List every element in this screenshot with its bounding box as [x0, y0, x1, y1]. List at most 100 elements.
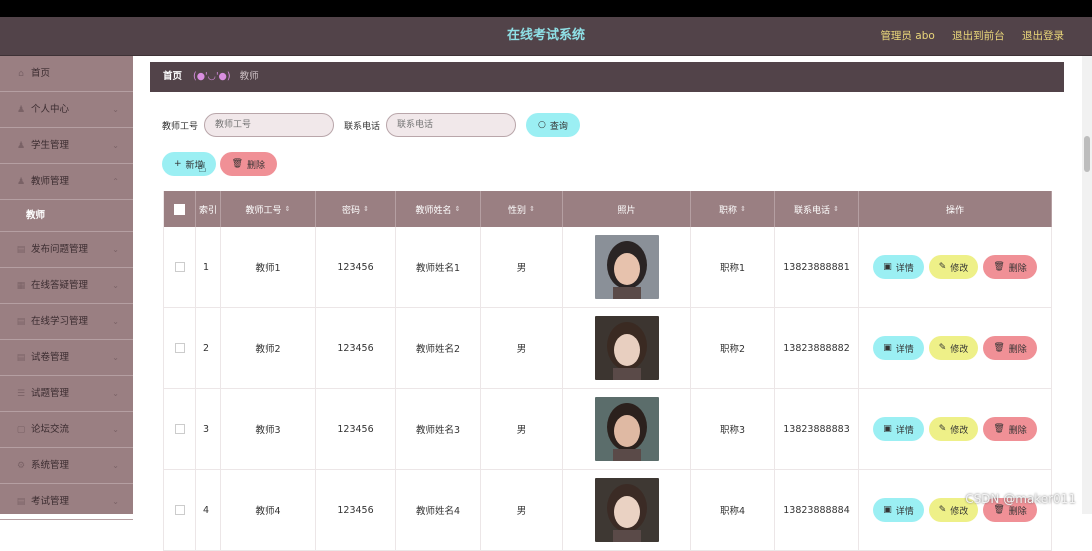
trash-icon: 🗑 [993, 424, 1005, 434]
header-operation: 操作 [859, 191, 1052, 227]
cell-operation: ▣ 详情 ✎ 修改 🗑 删除 [859, 470, 1052, 550]
cell-phone: 13823888884 [775, 470, 859, 550]
teacher-photo [594, 235, 659, 299]
sidebar-item-label: 个人中心 [31, 104, 70, 115]
sidebar-item-2[interactable]: ♟ 学生管理 ⌄ [0, 128, 133, 164]
chevron-down-icon: ⌄ [112, 353, 119, 362]
row-select[interactable] [164, 308, 196, 388]
breadcrumb-home[interactable]: 首页 [163, 71, 182, 82]
back-to-front-link[interactable]: 退出到前台 [952, 30, 1005, 42]
sort-icon: ⇕ [529, 205, 535, 213]
cell-teacher-id: 教师3 [221, 389, 316, 469]
header-teacher-name[interactable]: 教师姓名 ⇕ [396, 191, 481, 227]
header-select-all[interactable] [164, 191, 196, 227]
sort-icon: ⇕ [740, 205, 746, 213]
sidebar-item-4[interactable]: ▤ 发布问题管理 ⌄ [0, 232, 133, 268]
sidebar-item-5[interactable]: ▦ 在线答疑管理 ⌄ [0, 268, 133, 304]
teacher-id-label: 教师工号 [162, 121, 199, 132]
trash-icon: 🗑 [231, 159, 243, 169]
row-select[interactable] [164, 227, 196, 307]
sidebar-item-label: 发布问题管理 [31, 244, 89, 255]
sidebar-item-label: 试卷管理 [31, 352, 70, 363]
sort-icon: ⇕ [833, 205, 839, 213]
chat-icon: ▢ [16, 425, 26, 435]
delete-button[interactable]: 🗑 删除 [983, 336, 1037, 360]
document-icon: ▤ [16, 497, 26, 507]
sidebar-item-6[interactable]: ▤ 在线学习管理 ⌄ [0, 304, 133, 340]
watermark: CSDN @maker011 [965, 492, 1076, 506]
detail-button[interactable]: ▣ 详情 [873, 417, 924, 441]
hand-cursor-icon: ☝ [198, 160, 207, 176]
sidebar-item-label: 考试管理 [31, 496, 70, 507]
bulk-delete-button-label: 删除 [247, 160, 266, 171]
cell-gender: 男 [481, 470, 563, 550]
grid-icon: ▦ [16, 281, 26, 291]
delete-button[interactable]: 🗑 删除 [983, 255, 1037, 279]
document-icon: ▤ [16, 353, 26, 363]
cell-phone: 13823888881 [775, 227, 859, 307]
row-checkbox[interactable] [174, 262, 185, 272]
sidebar-item-11[interactable]: ▤ 考试管理 ⌄ [0, 484, 133, 520]
user-icon: ♟ [16, 141, 26, 151]
edit-button[interactable]: ✎ 修改 [928, 417, 979, 441]
sidebar-item-9[interactable]: ▢ 论坛交流 ⌄ [0, 412, 133, 448]
header-phone[interactable]: 联系电话 ⇕ [775, 191, 859, 227]
header-password[interactable]: 密码 ⇕ [316, 191, 396, 227]
header-gender[interactable]: 性别 ⇕ [481, 191, 563, 227]
scrollbar-thumb[interactable] [1084, 136, 1090, 172]
row-checkbox[interactable] [174, 424, 185, 434]
chevron-down-icon: ⌄ [112, 281, 119, 290]
search-bar: 教师工号 联系电话 ○ 查询 [162, 112, 580, 138]
edit-icon: ✎ [938, 343, 947, 353]
edit-button[interactable]: ✎ 修改 [928, 255, 979, 279]
teacher-id-input[interactable] [204, 113, 335, 137]
sidebar-item-1[interactable]: ♟ 个人中心 ⌄ [0, 92, 133, 128]
detail-button[interactable]: ▣ 详情 [873, 498, 924, 522]
header-index: 索引 [196, 191, 221, 227]
teacher-photo [594, 316, 659, 380]
cell-photo [563, 308, 691, 388]
sidebar-item-3[interactable]: ♟ 教师管理 ⌃ [0, 164, 133, 200]
edit-button[interactable]: ✎ 修改 [928, 336, 979, 360]
breadcrumb: 首页 (●'◡'●) 教师 [150, 62, 1064, 92]
cell-index: 3 [196, 389, 221, 469]
sidebar-item-7[interactable]: ▤ 试卷管理 ⌄ [0, 340, 133, 376]
chevron-down-icon: ⌄ [112, 461, 119, 470]
page-scrollbar[interactable] [1082, 56, 1092, 514]
cell-phone: 13823888882 [775, 308, 859, 388]
list-icon: ☰ [16, 389, 26, 399]
cell-photo [563, 389, 691, 469]
logout-link[interactable]: 退出登录 [1022, 30, 1064, 42]
phone-input[interactable] [386, 113, 517, 137]
sidebar-item-label: 试题管理 [31, 388, 70, 399]
sidebar-item-8[interactable]: ☰ 试题管理 ⌄ [0, 376, 133, 412]
detail-button[interactable]: ▣ 详情 [873, 336, 924, 360]
select-all-checkbox[interactable] [174, 203, 185, 215]
detail-icon: ▣ [883, 343, 892, 353]
header-title[interactable]: 职称 ⇕ [691, 191, 775, 227]
document-icon: ▤ [16, 317, 26, 327]
row-select[interactable] [164, 389, 196, 469]
main-content: 首页 (●'◡'●) 教师 教师工号 联系电话 ○ 查询 + 新增 🗑 删除 ☝… [150, 62, 1064, 551]
cell-index: 4 [196, 470, 221, 550]
chevron-down-icon: ⌄ [112, 317, 119, 326]
cell-teacher-id: 教师1 [221, 227, 316, 307]
row-checkbox[interactable] [174, 343, 185, 353]
sidebar-item-10[interactable]: ⚙ 系统管理 ⌄ [0, 448, 133, 484]
delete-button[interactable]: 🗑 删除 [983, 417, 1037, 441]
chevron-down-icon: ⌄ [112, 497, 119, 506]
sidebar-item-0[interactable]: ⌂ 首页 [0, 56, 133, 92]
query-button[interactable]: ○ 查询 [526, 113, 580, 137]
user-icon: ♟ [16, 177, 26, 187]
header-teacher-id[interactable]: 教师工号 ⇕ [221, 191, 316, 227]
row-select[interactable] [164, 470, 196, 550]
detail-button[interactable]: ▣ 详情 [873, 255, 924, 279]
trash-icon: 🗑 [993, 343, 1005, 353]
bulk-delete-button[interactable]: 🗑 删除 [219, 152, 278, 176]
add-button[interactable]: + 新增 [162, 152, 216, 176]
sidebar-item-label: 在线学习管理 [31, 316, 89, 327]
phone-label: 联系电话 [344, 121, 381, 132]
teacher-photo [594, 397, 659, 461]
sidebar-subitem-3-0[interactable]: 教师 [0, 200, 133, 232]
sort-icon: ⇕ [363, 205, 369, 213]
